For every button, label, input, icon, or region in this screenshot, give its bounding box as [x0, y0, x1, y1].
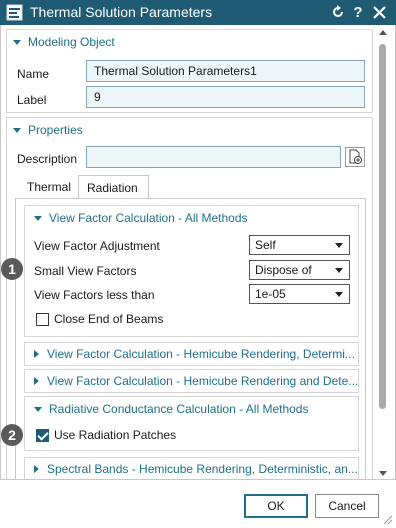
label-label: Label [17, 93, 47, 107]
tab-thermal[interactable]: Thermal [19, 175, 79, 199]
select-value: Self [255, 238, 276, 252]
radiative-conductance-title: Radiative Conductance Calculation - All … [49, 402, 309, 416]
group-title: Spectral Bands - Hemicube Rendering, Det… [47, 462, 358, 476]
expand-icon [34, 406, 42, 412]
group-title: View Factor Calculation - Hemicube Rende… [47, 374, 359, 388]
label-field[interactable]: 9 [86, 86, 365, 108]
small-view-factors-select[interactable]: Dispose of [249, 260, 350, 280]
select-value: 1e-05 [255, 287, 286, 301]
cancel-button[interactable]: Cancel [315, 494, 379, 518]
radiation-tab-panel: View Factor Calculation - All Methods Vi… [15, 198, 366, 484]
use-radiation-patches-label: Use Radiation Patches [54, 428, 177, 442]
tab-radiation[interactable]: Radiation [78, 175, 149, 199]
expand-icon [13, 127, 21, 133]
view-factor-hemicube-group-1[interactable]: View Factor Calculation - Hemicube Rende… [24, 342, 359, 366]
view-factor-adjustment-select[interactable]: Self [249, 235, 350, 255]
callout-badge-1: 1 [1, 258, 23, 280]
expand-icon [13, 39, 21, 45]
resize-grip-icon[interactable] [383, 515, 393, 525]
dialog-footer: OK Cancel [0, 479, 396, 528]
radiative-conductance-group: Radiative Conductance Calculation - All … [24, 396, 359, 451]
browse-file-button[interactable] [345, 147, 365, 167]
properties-title: Properties [28, 123, 83, 137]
close-end-of-beams-label: Close End of Beams [54, 312, 164, 326]
view-factor-hemicube-group-2[interactable]: View Factor Calculation - Hemicube Rende… [24, 369, 359, 393]
use-radiation-patches-checkbox[interactable] [36, 429, 49, 442]
description-field[interactable] [86, 146, 341, 168]
select-value: Dispose of [255, 263, 312, 277]
expand-icon [34, 465, 39, 473]
dialog-body: Modeling Object Name Thermal Solution Pa… [0, 25, 396, 484]
chevron-down-icon [335, 268, 343, 273]
scrollbar-thumb[interactable] [379, 44, 386, 409]
name-field[interactable]: Thermal Solution Parameters1 [86, 60, 365, 82]
radiative-conductance-header[interactable]: Radiative Conductance Calculation - All … [34, 402, 308, 416]
view-factor-adjustment-label: View Factor Adjustment [34, 239, 160, 253]
callout-badge-2: 2 [1, 424, 23, 446]
modeling-object-group: Modeling Object Name Thermal Solution Pa… [6, 29, 373, 113]
small-view-factors-label: Small View Factors [34, 264, 137, 278]
spectral-bands-group[interactable]: Spectral Bands - Hemicube Rendering, Det… [24, 457, 359, 481]
ok-button[interactable]: OK [244, 494, 308, 518]
chevron-down-icon [335, 243, 343, 248]
close-icon[interactable] [370, 3, 388, 22]
app-icon [6, 4, 23, 21]
modeling-object-header[interactable]: Modeling Object [13, 35, 115, 49]
expand-icon [34, 377, 39, 385]
close-end-of-beams-checkbox[interactable] [36, 313, 49, 326]
view-factor-all-group: View Factor Calculation - All Methods Vi… [24, 205, 359, 337]
title-bar: Thermal Solution Parameters ? [0, 0, 396, 25]
file-add-icon [349, 149, 362, 164]
expand-icon [34, 350, 39, 358]
name-label: Name [17, 67, 50, 81]
view-factors-less-than-select[interactable]: 1e-05 [249, 284, 350, 304]
view-factor-all-title: View Factor Calculation - All Methods [49, 211, 248, 225]
expand-icon [34, 215, 42, 221]
help-button[interactable]: ? [349, 3, 367, 22]
modeling-object-title: Modeling Object [28, 35, 115, 49]
properties-header[interactable]: Properties [13, 123, 83, 137]
scroll-down-icon[interactable] [379, 471, 387, 476]
reset-icon[interactable] [329, 3, 347, 22]
view-factors-less-than-label: View Factors less than [34, 288, 155, 302]
properties-group: Properties Description Thermal Radiation… [6, 117, 373, 484]
vertical-scrollbar[interactable] [377, 26, 389, 478]
window-title: Thermal Solution Parameters [30, 4, 213, 20]
description-label: Description [17, 152, 78, 166]
view-factor-all-header[interactable]: View Factor Calculation - All Methods [34, 211, 248, 225]
scroll-up-icon[interactable] [379, 30, 387, 35]
chevron-down-icon [335, 292, 343, 297]
group-title: View Factor Calculation - Hemicube Rende… [47, 347, 355, 361]
